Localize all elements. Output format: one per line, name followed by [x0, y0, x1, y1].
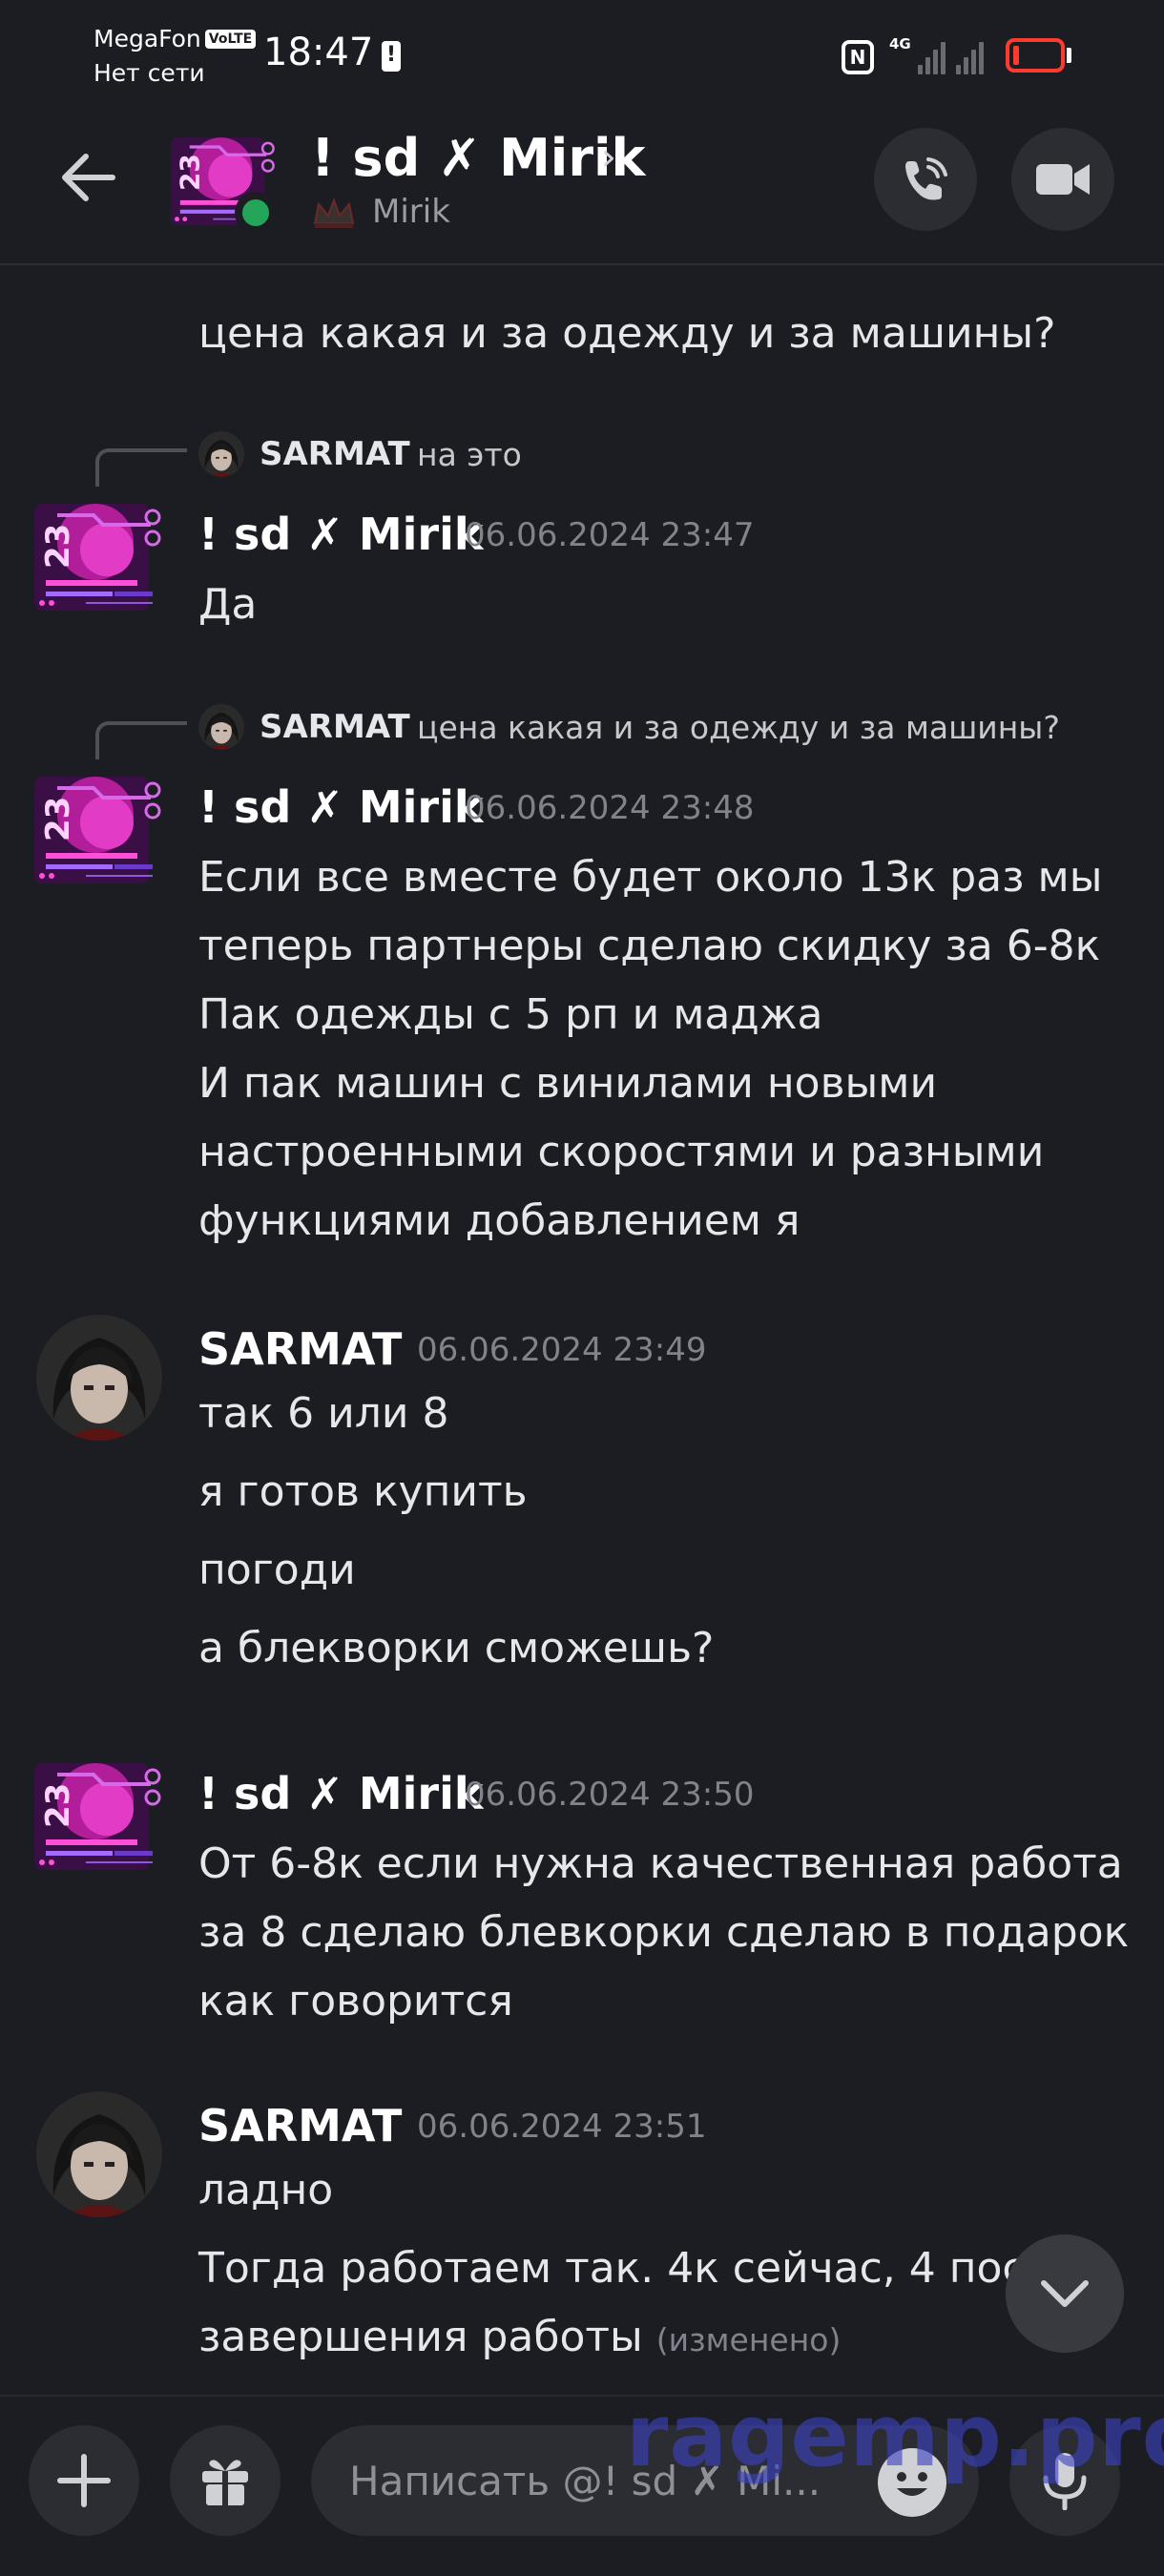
discord-dm-screen: MegaFonVoLTE Нет сети 18:47 4G ! sd ✗ Mi…: [0, 0, 1164, 2576]
chat-header: ! sd ✗ Mirik › Mirik: [0, 114, 1164, 265]
video-call-button[interactable]: [1011, 128, 1114, 231]
message-timestamp: 06.06.2024 23:47: [465, 516, 755, 554]
header-subtitle: Mirik: [372, 193, 450, 231]
reply-avatar: [198, 704, 244, 750]
reply-preview[interactable]: на это: [417, 436, 522, 474]
message-text: так 6 или 8: [198, 1389, 449, 1438]
chevron-right-icon[interactable]: ›: [601, 135, 616, 179]
message-text: Да: [198, 580, 258, 629]
network-type: 4G: [889, 35, 911, 52]
message-text: цена какая и за одежду и за машины?: [198, 309, 1056, 358]
message-text: я готов купить: [198, 1467, 528, 1516]
message-author[interactable]: SARMAT: [198, 2099, 402, 2152]
status-bar: MegaFonVoLTE Нет сети 18:47 4G: [0, 0, 1164, 114]
plus-icon: [57, 2454, 111, 2507]
video-camera-icon: [1036, 164, 1090, 195]
chevron-down-icon: [1041, 2280, 1089, 2307]
clock: 18:47: [263, 31, 374, 74]
page-title[interactable]: ! sd ✗ Mirik: [311, 128, 645, 189]
message-text: Тогда работаем так. 4к сейчас, 4 посл: [198, 2244, 1052, 2293]
message-author[interactable]: ! sd ✗ Mirik: [198, 1767, 483, 1820]
arrow-left-icon: [62, 154, 115, 201]
message-timestamp: 06.06.2024 23:51: [417, 2108, 707, 2146]
message-text: а блекворки сможешь?: [198, 1624, 715, 1672]
message-text: функциями добавлением я: [198, 1196, 800, 1245]
gift-icon: [202, 2460, 248, 2505]
network-status: Нет сети: [94, 59, 205, 87]
back-button[interactable]: [53, 143, 122, 212]
message-text: теперь партнеры сделаю скидку за 6-8к: [198, 922, 1101, 970]
alert-icon: [382, 41, 401, 72]
battery-tip: [1067, 48, 1071, 63]
avatar[interactable]: [29, 769, 168, 893]
volte-badge: VoLTE: [204, 30, 257, 49]
reply-connector: [95, 721, 187, 759]
message-text-line: завершения работы: [198, 2313, 643, 2361]
message-timestamp: 06.06.2024 23:48: [465, 789, 755, 827]
crown-icon: [313, 197, 355, 228]
message-text: От 6-8к если нужна качественная работа: [198, 1839, 1123, 1888]
message-text: погоди: [198, 1546, 356, 1594]
message-text: Пак одежды с 5 рп и маджа: [198, 990, 823, 1039]
scroll-to-bottom-button[interactable]: [1006, 2234, 1124, 2353]
signal-icon: [918, 38, 946, 74]
message-author[interactable]: SARMAT: [198, 1322, 402, 1376]
message-text: ладно: [198, 2166, 334, 2214]
message-list[interactable]: · цена какая и за одежду и за машины? SA…: [0, 267, 1164, 2395]
nfc-icon: [842, 40, 874, 74]
phone-call-icon: [905, 157, 947, 200]
message-text: И пак машин с винилами новыми: [198, 1059, 938, 1108]
message-text: за 8 сделаю блевкорки сделаю в подарок: [198, 1908, 1130, 1957]
message-text: Если все вместе будет около 13к раз мы: [198, 853, 1103, 902]
message-text: настроенными скоростями и разными: [198, 1128, 1045, 1176]
avatar[interactable]: [29, 496, 168, 620]
reply-preview[interactable]: цена какая и за одежду и за машины?: [417, 709, 1060, 747]
online-status-icon: [235, 192, 277, 234]
message-text: завершения работы (изменено): [198, 2303, 841, 2375]
message-author[interactable]: ! sd ✗ Mirik: [198, 508, 483, 561]
reply-author[interactable]: SARMAT: [260, 708, 410, 746]
avatar[interactable]: [36, 1315, 162, 1441]
reply-avatar: [198, 431, 244, 477]
avatar[interactable]: [29, 1755, 168, 1880]
message-timestamp: 06.06.2024 23:50: [465, 1776, 755, 1814]
carrier-name: MegaFon: [94, 25, 201, 52]
add-attachment-button[interactable]: [29, 2425, 139, 2536]
battery-icon: [1006, 38, 1065, 73]
watermark-text: ragemp.pro: [626, 2386, 1164, 2486]
message-fragment: ·: [198, 267, 212, 300]
reply-author[interactable]: SARMAT: [260, 435, 410, 473]
call-button[interactable]: [874, 128, 977, 231]
edited-label: (изменено): [655, 2321, 842, 2358]
reply-connector: [95, 448, 187, 487]
signal-icon-sim2: [956, 38, 984, 74]
gift-button[interactable]: [170, 2425, 281, 2536]
message-timestamp: 06.06.2024 23:49: [417, 1331, 707, 1369]
message-text: как говорится: [198, 1977, 513, 2025]
carrier-label: MegaFon VoLTE: [94, 25, 257, 53]
avatar[interactable]: [36, 2091, 162, 2217]
message-author[interactable]: ! sd ✗ Mirik: [198, 780, 483, 834]
